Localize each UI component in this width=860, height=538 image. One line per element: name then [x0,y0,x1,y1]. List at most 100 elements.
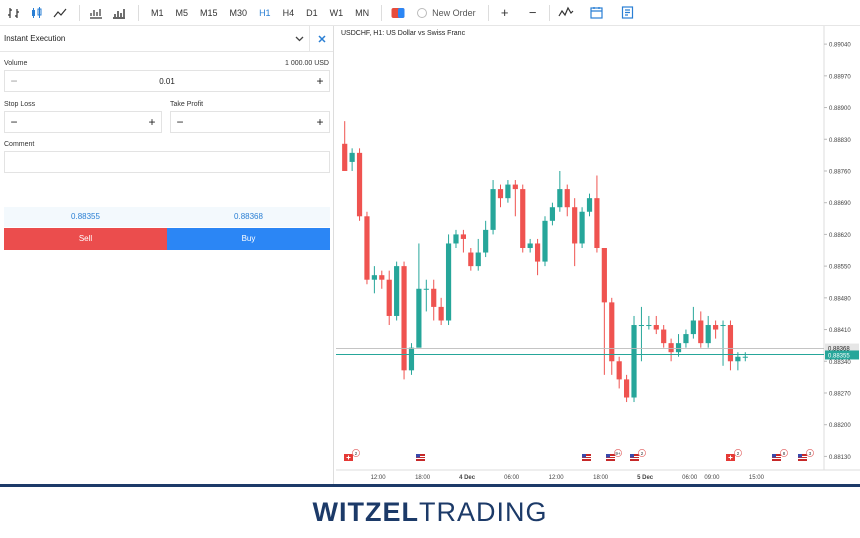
close-icon[interactable] [309,25,333,52]
stop-loss-decrease-button[interactable]: − [5,115,23,129]
logo-bold: WITZEL [312,497,419,527]
candle-body [386,279,392,316]
candle-body [349,152,355,162]
buy-button[interactable]: Buy [167,228,330,250]
candle-body [379,275,385,280]
new-order-button[interactable]: New Order [411,7,482,18]
separator [79,4,80,21]
x-tick-label: 06:00 [682,475,698,481]
timeframe-m30[interactable]: M30 [224,3,254,23]
take-profit-decrease-button[interactable]: − [171,115,189,129]
journal-icon[interactable] [618,3,638,23]
indicators-icon[interactable] [86,3,106,23]
us-flag-stripe [606,458,615,459]
volume-label: Volume [4,60,28,67]
take-profit-increase-button[interactable]: + [311,115,329,129]
candle-body [475,252,481,267]
price-chart[interactable]: 0.89040 0.88970 0.88900 0.88830 0.88760 0.886… [336,26,860,484]
candle-body [423,288,429,290]
y-tick-label: 0.88830 [829,138,851,144]
execution-type-select[interactable]: Instant Execution [0,34,289,43]
candle-body [371,275,377,280]
candle-body [408,347,415,371]
y-tick-label: 0.88690 [829,201,851,207]
candle-body [609,302,615,362]
candle-body [468,252,474,267]
y-tick-label: 0.88340 [829,360,851,366]
candle-body [520,189,526,248]
timeframe-h1[interactable]: H1 [253,3,277,23]
x-tick-label: 5 Dec [637,475,654,481]
us-flag-canton [772,454,776,458]
candle-body [534,243,541,262]
candle-body [579,211,585,244]
stop-loss-increase-button[interactable]: + [143,115,161,129]
candle-body [564,189,570,208]
sell-button[interactable]: Sell [4,228,167,250]
crosshair-icon[interactable] [4,3,24,23]
candle-body [557,189,563,208]
candle-body [727,325,734,362]
chevron-down-icon[interactable] [289,34,309,44]
zoom-out-button[interactable]: − [523,5,543,20]
line-chart-icon[interactable] [50,3,70,23]
timeframe-w1[interactable]: W1 [324,3,350,23]
candle-body [661,329,667,344]
candle-body [527,243,533,248]
toolbar: M1 M5 M15 M30 H1 H4 D1 W1 MN New Order + − [0,0,860,26]
volume-stepper: − 0.01 + [4,70,330,92]
candle-body [438,306,444,321]
take-profit-label: Take Profit [170,101,204,108]
volume-decrease-button[interactable]: − [5,74,23,88]
volumes-icon[interactable] [109,3,129,23]
us-flag-canton [798,454,802,458]
timeframe-mn[interactable]: MN [349,3,375,23]
timeframe-m1[interactable]: M1 [145,3,170,23]
timeframe-h4[interactable]: H4 [277,3,301,23]
x-tick-label: 09:00 [704,475,720,481]
candle-body [675,343,682,353]
bid-price-label: 0.88355 [828,353,850,359]
comment-input[interactable] [4,151,330,173]
buy-price: 0.88368 [234,212,263,221]
y-tick-label: 0.88410 [829,328,851,334]
candle-body [364,216,370,280]
one-click-trading-icon[interactable] [388,3,408,23]
volume-increase-button[interactable]: + [311,74,329,88]
logo-light: TRADING [418,497,548,527]
quote-prices: 0.88355 0.88368 [4,207,330,227]
timeframe-m15[interactable]: M15 [194,3,224,23]
candle-body [505,184,511,199]
candle-body [460,234,466,239]
sell-price: 0.88355 [71,212,100,221]
candle-body [416,288,422,348]
x-tick-label: 18:00 [415,475,431,481]
candle-body [624,379,630,398]
zoom-in-button[interactable]: + [495,5,515,20]
separator [138,4,139,21]
candle-body [431,288,437,307]
y-tick-label: 0.88620 [829,233,851,239]
timeframe-d1[interactable]: D1 [300,3,324,23]
candle-body [594,198,600,248]
candle-body [720,325,726,327]
separator [548,4,550,21]
stop-loss-stepper: − + [4,111,162,133]
candle-body [616,361,622,380]
candle-body [483,229,489,253]
calendar-icon[interactable] [587,3,607,23]
new-order-icon [417,7,428,18]
candle-body [742,356,748,358]
x-tick-label: 06:00 [504,475,520,481]
y-tick-label: 0.88760 [829,169,851,175]
us-flag-canton [606,454,610,458]
y-tick-label: 0.88970 [829,74,851,80]
timeframe-m5[interactable]: M5 [170,3,195,23]
chart-canvas[interactable]: 0.89040 0.88970 0.88900 0.88830 0.88760 0.886… [336,26,860,484]
candle-body [735,356,741,362]
us-flag-stripe [416,458,425,459]
candlestick-chart-icon[interactable] [27,3,47,23]
volume-input[interactable]: 0.01 [23,77,311,86]
indicator-wave-icon[interactable] [556,3,576,23]
panel-header: Instant Execution [0,25,333,52]
